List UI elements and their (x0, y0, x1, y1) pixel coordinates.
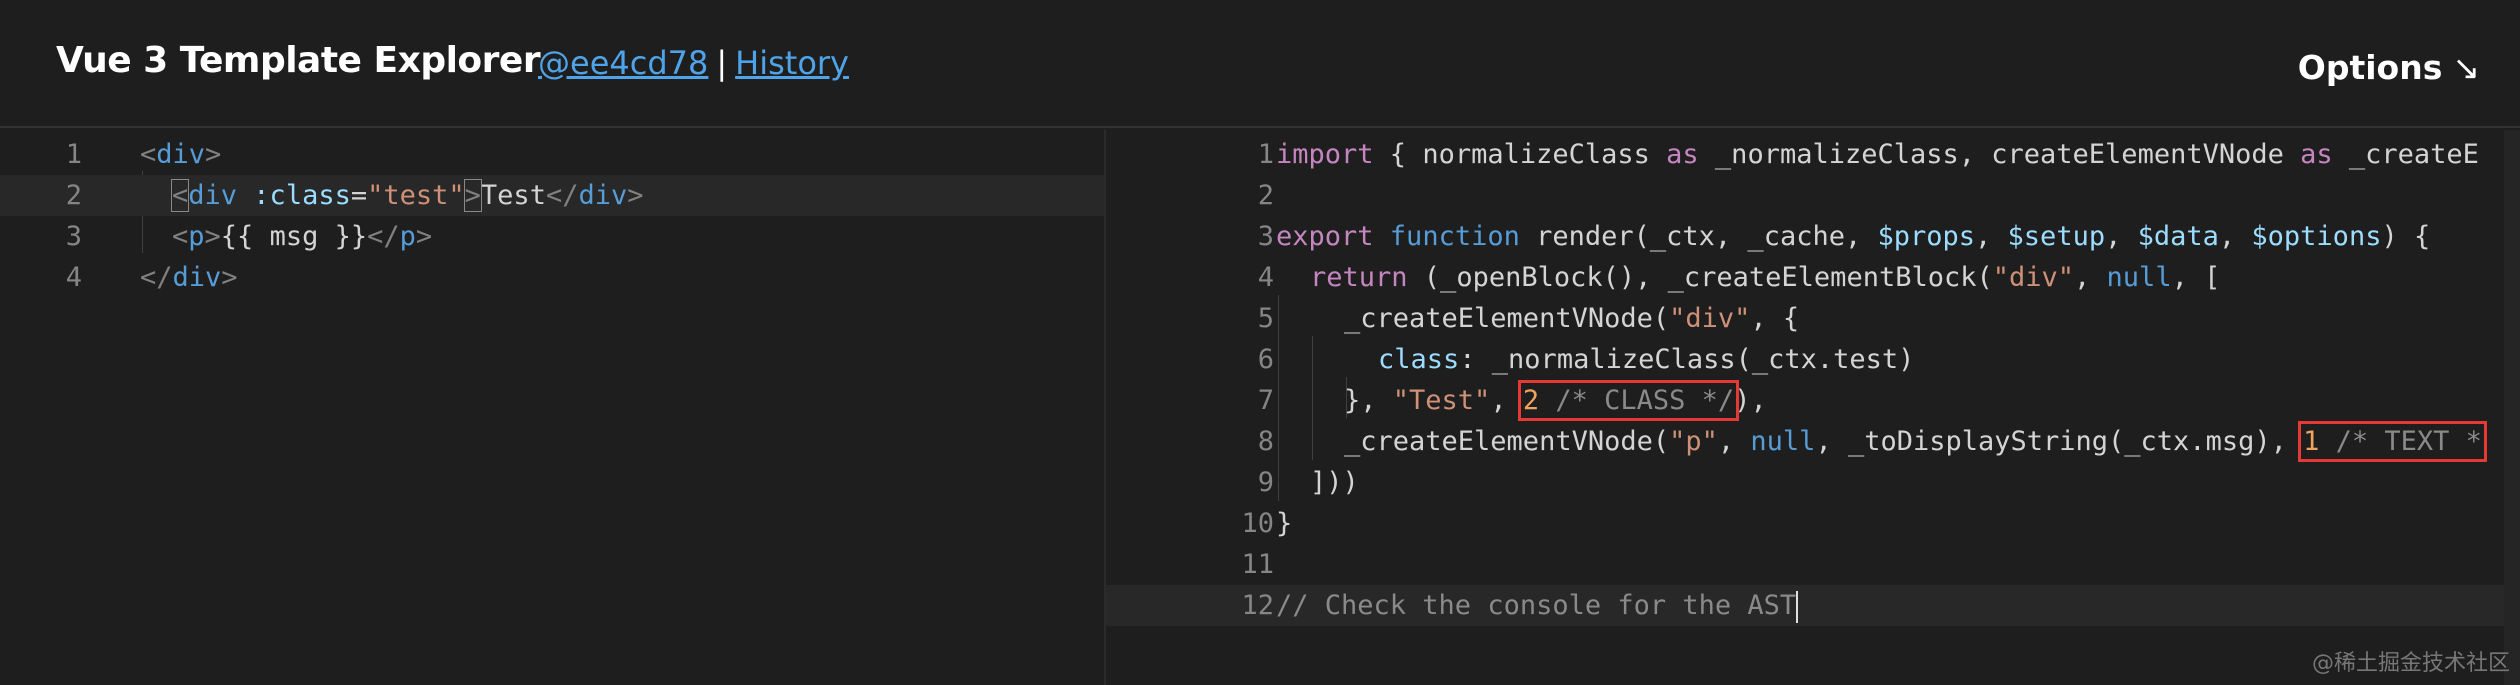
editor-line: 1 import { normalizeClass as _normalizeC… (1106, 134, 2520, 175)
line-number: 10 (1241, 508, 1274, 539)
editor-line: 3 export function render(_ctx, _cache, $… (1106, 216, 2520, 257)
text-cursor (1796, 590, 1799, 623)
line-number: 1 (65, 139, 82, 170)
editor-line: 4 </div> (0, 257, 1104, 298)
patch-flag-text-highlight: 1 /* TEXT * (2298, 421, 2487, 462)
line-number: 3 (1257, 221, 1274, 252)
line-number: 3 (65, 221, 82, 252)
editor-line: 1 <div> (0, 134, 1104, 175)
line-number: 1 (1257, 139, 1274, 170)
code-text: <div :class="test">Test</div> (170, 179, 644, 212)
line-number: 2 (65, 180, 82, 211)
editor-line: 2 (1106, 175, 2520, 216)
line-number: 6 (1257, 344, 1274, 375)
code-text: export function render(_ctx, _cache, $pr… (1276, 221, 2431, 252)
code-text: _createElementVNode("div", { (1344, 303, 1800, 334)
editor-line: 4 return (_openBlock(), _createElementBl… (1106, 257, 2520, 298)
code-text: <p>{{ msg }}</p> (172, 221, 433, 252)
line-number: 4 (65, 262, 82, 293)
watermark: @稀土掘金技术社区 (2311, 651, 2510, 676)
editor-line: 5 _createElementVNode("div", { (1106, 298, 2520, 339)
vertical-scrollbar[interactable] (2504, 130, 2520, 685)
patch-flag-class-highlight: 2 /* CLASS */ (1517, 380, 1740, 421)
editor-line: 6 class: _normalizeClass(_ctx.test) (1106, 339, 2520, 380)
header-bar: Vue 3 Template Explorer @ee4cd78 | History… (0, 0, 2520, 128)
code-text: <div> (140, 139, 222, 170)
header-links: @ee4cd78 | History (538, 44, 849, 82)
editor-line: 10 } (1106, 503, 2520, 544)
code-text: import { normalizeClass as _normalizeCla… (1276, 139, 2479, 170)
code-text: class: _normalizeClass(_ctx.test) (1378, 344, 1915, 375)
code-text: ])) (1310, 467, 1359, 498)
editor-line-active: 2 <div :class="test">Test</div> (0, 175, 1104, 216)
code-text: return (_openBlock(), _createElementBloc… (1310, 262, 2221, 293)
line-number: 7 (1257, 385, 1274, 416)
line-number: 8 (1257, 426, 1274, 457)
code-text: _createElementVNode("p", null, _toDispla… (1344, 421, 2487, 462)
line-number: 2 (1257, 180, 1274, 211)
code-text: </div> (140, 262, 238, 293)
line-number: 9 (1257, 467, 1274, 498)
options-label: Options (2297, 48, 2443, 87)
editor-line: 8 _createElementVNode("p", null, _toDisp… (1106, 421, 2520, 462)
line-number: 5 (1257, 303, 1274, 334)
editor-line: 9 ])) (1106, 462, 2520, 503)
options-toggle[interactable]: Options ↘ (2298, 48, 2480, 87)
code-text: } (1276, 508, 1293, 539)
line-number: 4 (1257, 262, 1274, 293)
code-text: // Check the console for the AST (1276, 590, 1799, 623)
commit-link[interactable]: @ee4cd78 (538, 44, 708, 82)
link-separator: | (716, 44, 728, 82)
editor-line: 7 }, "Test", 2 /* CLASS */), (1106, 380, 2520, 421)
arrow-down-right-icon: ↘ (2452, 48, 2480, 87)
compiled-output-editor[interactable]: 1 import { normalizeClass as _normalizeC… (1106, 130, 2520, 685)
line-number: 12 (1241, 590, 1274, 621)
app-title: Vue 3 Template Explorer (56, 40, 541, 81)
editor-line-active: 12 // Check the console for the AST (1106, 585, 2520, 626)
line-number: 11 (1241, 549, 1274, 580)
code-text: }, "Test", 2 /* CLASS */), (1344, 380, 1767, 421)
history-link[interactable]: History (735, 44, 849, 82)
template-editor[interactable]: 1 <div> 2 <div :class="test">Test</div> … (0, 130, 1106, 685)
editor-line: 3 <p>{{ msg }}</p> (0, 216, 1104, 257)
editor-line: 11 (1106, 544, 2520, 585)
